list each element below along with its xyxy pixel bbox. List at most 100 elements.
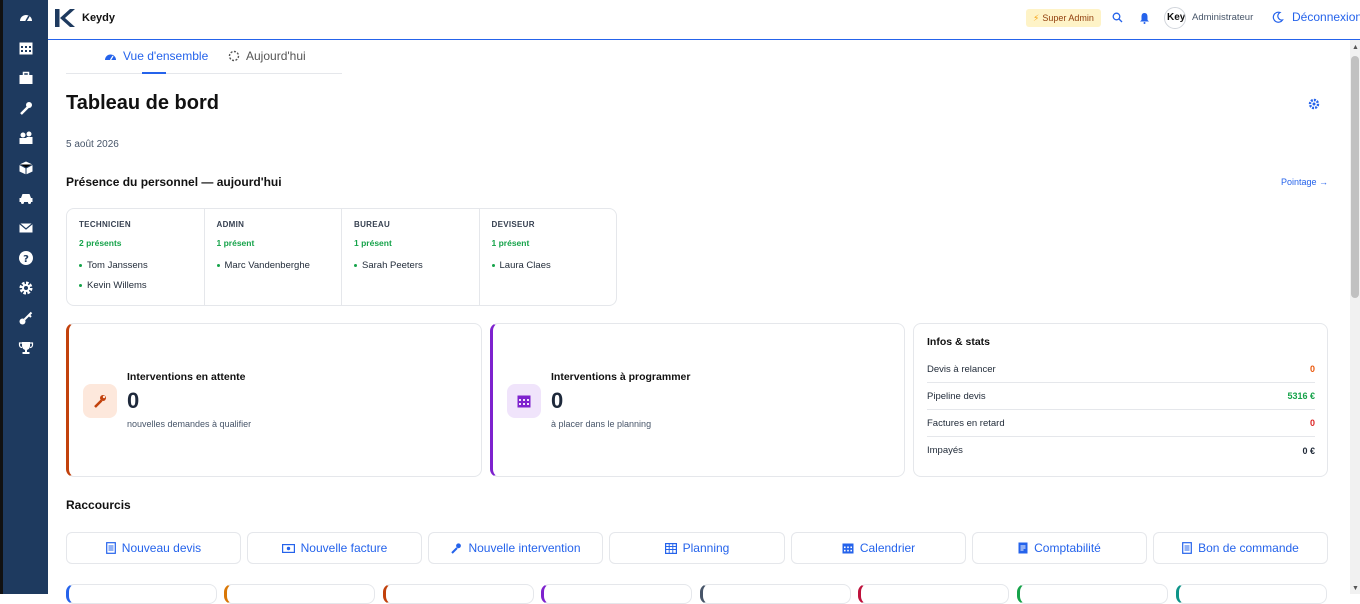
kpi-value: 0 — [551, 388, 564, 413]
stats-value: 0 € — [1302, 445, 1315, 456]
dashboard-icon[interactable] — [15, 7, 37, 29]
moon-icon[interactable] — [1272, 11, 1284, 26]
avatar[interactable]: Keyd — [1164, 7, 1186, 29]
shortcut-nouvelle-intervention[interactable]: Nouvelle intervention — [428, 532, 603, 564]
scrollbar[interactable]: ▲ ▼ — [1350, 40, 1360, 594]
status-dot — [79, 284, 82, 287]
super-admin-badge: ⚡ Super Admin — [1026, 9, 1101, 27]
module-card[interactable] — [541, 584, 692, 604]
status-dot — [79, 264, 82, 267]
scroll-up-icon[interactable]: ▲ — [1352, 44, 1359, 51]
mail-icon[interactable] — [15, 217, 37, 239]
module-card[interactable] — [66, 584, 217, 604]
person-name: Laura Claes — [499, 260, 551, 271]
stats-row-pipeline[interactable]: Pipeline devis 5316 € — [927, 383, 1315, 410]
shortcut-label: Nouveau devis — [121, 541, 202, 555]
shortcut-nouvelle-facture[interactable]: Nouvelle facture — [247, 532, 422, 564]
invoice-icon — [281, 543, 295, 553]
presence-count: 1 présent — [491, 238, 530, 248]
module-card[interactable] — [858, 584, 1009, 604]
status-dot — [216, 264, 220, 267]
presence-column-admin: ADMIN 1 présent Marc Vandenberghe — [205, 209, 342, 305]
shortcut-label: Nouvelle intervention — [468, 541, 581, 555]
stats-row-devis-relancer[interactable]: Devis à relancer 0 — [927, 356, 1315, 383]
app-name: Keydy — [82, 12, 116, 24]
stats-value: 0 — [1309, 418, 1315, 428]
settings-icon[interactable] — [15, 277, 37, 299]
wrench-icon — [451, 543, 462, 554]
tab-overview[interactable]: Vue d'ensemble — [104, 49, 208, 63]
calendar-icon — [507, 384, 541, 418]
user-name[interactable]: Administrateur — [1192, 12, 1253, 23]
kpi-value: 0 — [127, 388, 140, 413]
kpi-title: Interventions à programmer — [551, 371, 691, 383]
kpi-title: Interventions en attente — [127, 371, 246, 383]
presence-count: 1 présent — [216, 238, 255, 248]
stats-row-impayes[interactable]: Impayés 0 € — [927, 437, 1315, 464]
stats-label: Pipeline devis — [927, 390, 986, 402]
presence-role: DEVISEUR — [491, 220, 535, 229]
scroll-down-icon[interactable]: ▼ — [1352, 585, 1359, 592]
settings-icon[interactable] — [1308, 97, 1320, 115]
users-icon[interactable] — [15, 127, 37, 149]
svg-text:?: ? — [23, 254, 29, 265]
help-icon[interactable]: ? — [15, 247, 37, 269]
status-dot — [491, 264, 495, 267]
stats-label: Devis à relancer — [927, 363, 996, 375]
logout-link[interactable]: Déconnexion — [1292, 10, 1360, 24]
scroll-thumb[interactable] — [1351, 56, 1359, 298]
shortcut-planning[interactable]: Planning — [609, 532, 785, 564]
module-card[interactable] — [383, 584, 534, 604]
stats-title: Infos & stats — [927, 336, 991, 348]
top-bar: Keydy ⚡ Super Admin Keyd Administrateur … — [48, 0, 1360, 40]
presence-card: TECHNICIEN 2 présents Tom Janssens Kevin… — [66, 208, 617, 306]
calendar-icon — [842, 543, 854, 554]
shortcut-label: Nouvelle facture — [300, 541, 388, 555]
box-icon[interactable] — [15, 157, 37, 179]
document-icon — [105, 542, 116, 554]
bell-icon[interactable] — [1139, 12, 1150, 27]
accounting-icon — [1018, 542, 1028, 554]
person-name: Marc Vandenberghe — [224, 260, 310, 271]
stats-value: 5316 € — [1287, 391, 1315, 401]
car-icon[interactable] — [15, 187, 37, 209]
pointage-link[interactable]: Pointage → — [1281, 177, 1328, 187]
tab-overview-label: Vue d'ensemble — [123, 49, 209, 63]
shortcut-calendrier[interactable]: Calendrier — [791, 532, 966, 564]
tab-today[interactable]: Aujourd'hui — [228, 49, 306, 63]
stats-row-factures-retard[interactable]: Factures en retard 0 — [927, 410, 1315, 437]
shortcut-comptabilite[interactable]: Comptabilité — [972, 532, 1147, 564]
key-icon[interactable] — [15, 307, 37, 329]
module-card[interactable] — [700, 584, 851, 604]
presence-person: Laura Claes — [491, 260, 605, 271]
app-logo[interactable]: Keydy — [54, 8, 115, 28]
page-title: Tableau de bord — [66, 92, 219, 114]
gauge-icon — [105, 54, 116, 60]
stats-label: Factures en retard — [927, 417, 1005, 429]
stats-value: 0 — [1309, 364, 1315, 374]
presence-person: Marc Vandenberghe — [216, 260, 330, 271]
module-card[interactable] — [1176, 584, 1327, 604]
presence-person: Tom Janssens — [79, 260, 192, 271]
status-dot — [354, 264, 357, 267]
bolt-icon: ⚡ — [1033, 12, 1040, 23]
kpi-card-to-schedule[interactable]: Interventions à programmer 0 à placer da… — [490, 323, 905, 477]
presence-column-bureau: BUREAU 1 présent Sarah Peeters — [342, 209, 480, 305]
shortcut-label: Planning — [682, 541, 730, 555]
briefcase-icon[interactable] — [15, 67, 37, 89]
calendar-icon[interactable] — [15, 37, 37, 59]
presence-role: ADMIN — [216, 220, 245, 229]
shortcut-nouveau-devis[interactable]: Nouveau devis — [66, 532, 241, 564]
trophy-icon[interactable] — [15, 337, 37, 359]
kpi-card-pending[interactable]: Interventions en attente 0 nouvelles dem… — [66, 323, 482, 477]
module-card[interactable] — [1017, 584, 1168, 604]
wrench-icon[interactable] — [15, 97, 37, 119]
presence-person: Sarah Peeters — [354, 260, 467, 271]
stats-label: Impayés — [927, 445, 963, 456]
module-card[interactable] — [224, 584, 375, 604]
shortcut-bon-de-commande[interactable]: Bon de commande — [1153, 532, 1328, 564]
wrench-icon — [83, 384, 117, 418]
stats-card: Infos & stats Devis à relancer 0 Pipelin… — [913, 323, 1328, 477]
search-icon[interactable] — [1112, 12, 1123, 26]
order-icon — [1182, 542, 1193, 554]
